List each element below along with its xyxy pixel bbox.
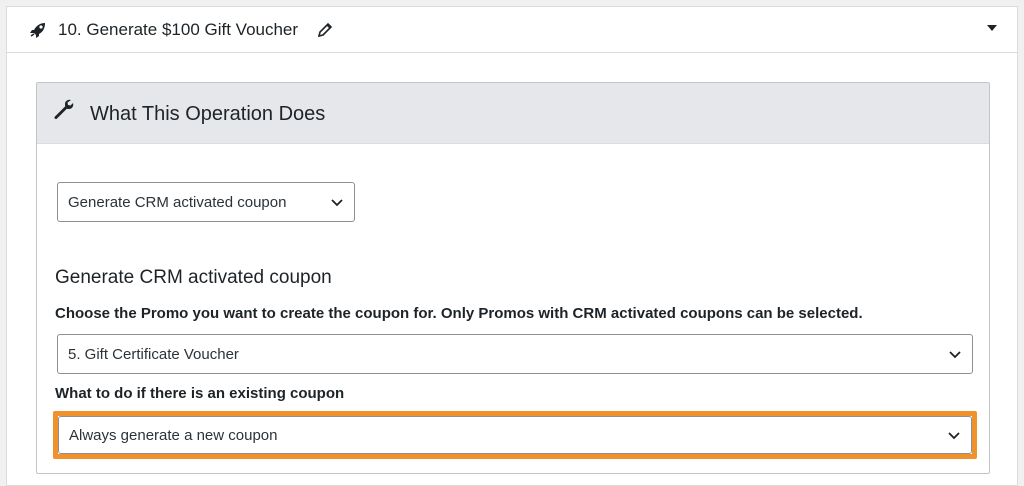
chevron-down-icon — [948, 432, 960, 440]
existing-coupon-value: Always generate a new coupon — [69, 426, 278, 444]
operation-box: What This Operation Does Generate CRM ac… — [36, 82, 990, 474]
panel-header[interactable]: 10. Generate $100 Gift Voucher — [7, 7, 1017, 53]
operation-panel: 10. Generate $100 Gift Voucher What This… — [6, 6, 1018, 486]
existing-coupon-select[interactable]: Always generate a new coupon — [58, 416, 972, 454]
promo-value: 5. Gift Certificate Voucher — [68, 345, 239, 363]
operation-header-title: What This Operation Does — [90, 103, 326, 125]
chevron-down-icon — [949, 351, 961, 359]
rocket-icon — [30, 23, 45, 38]
pencil-icon[interactable] — [317, 22, 333, 38]
chevron-down-icon — [331, 199, 343, 207]
operation-header: What This Operation Does — [37, 83, 989, 144]
operation-type-select[interactable]: Generate CRM activated coupon — [57, 182, 355, 222]
existing-coupon-label: What to do if there is an existing coupo… — [55, 385, 345, 402]
triangle-down-icon[interactable] — [985, 21, 999, 35]
wrench-icon — [54, 99, 74, 119]
promo-select[interactable]: 5. Gift Certificate Voucher — [57, 334, 973, 374]
panel-title: 10. Generate $100 Gift Voucher — [58, 20, 299, 39]
promo-label: Choose the Promo you want to create the … — [55, 305, 863, 322]
section-title: Generate CRM activated coupon — [55, 267, 332, 288]
operation-type-value: Generate CRM activated coupon — [68, 193, 287, 211]
